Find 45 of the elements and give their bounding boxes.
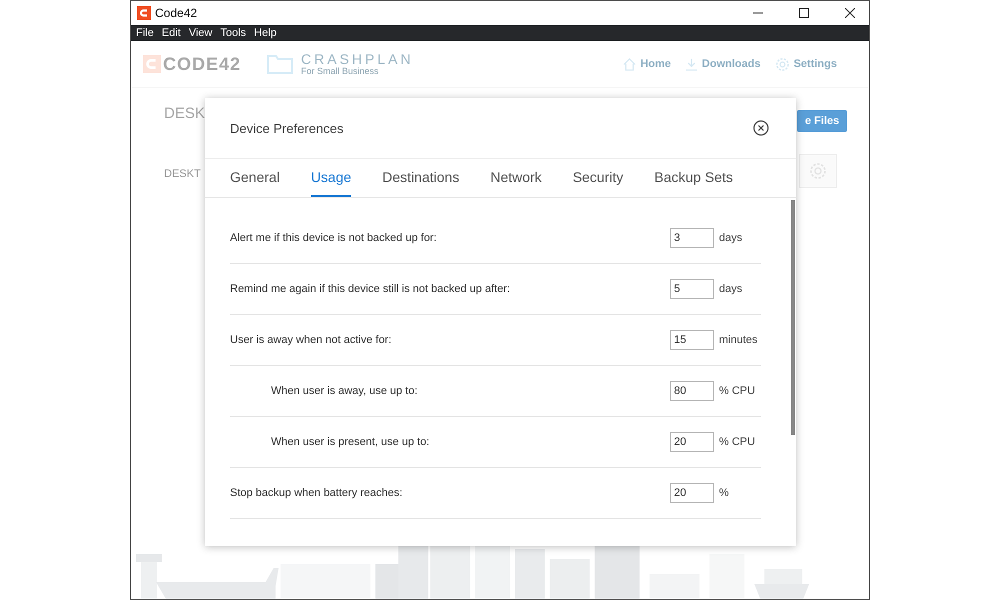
brand-logo: CODE42 bbox=[163, 54, 242, 74]
unit-label: minutes bbox=[718, 334, 759, 346]
number-field[interactable]: 5 bbox=[670, 279, 714, 299]
product-name: CRASHPLAN bbox=[301, 52, 414, 66]
setting-label: Alert me if this device is not backed up for: bbox=[230, 232, 438, 244]
setting-label: Remind me again if this device still is not backed up after: bbox=[230, 283, 512, 295]
close-icon[interactable] bbox=[845, 8, 855, 18]
tab[interactable]: Usage bbox=[310, 159, 352, 197]
menu-item[interactable]: View bbox=[188, 27, 212, 39]
tab[interactable]: Network bbox=[490, 159, 542, 197]
menu-item[interactable]: Help bbox=[254, 27, 277, 39]
home-icon bbox=[623, 58, 636, 70]
unit-label: days bbox=[718, 283, 744, 295]
device-name-label: DESKT bbox=[164, 168, 201, 180]
window-title: Code42 bbox=[155, 6, 198, 20]
unit-label: % bbox=[718, 487, 730, 499]
tab[interactable]: Backup Sets bbox=[654, 159, 733, 197]
number-field[interactable]: 15 bbox=[670, 330, 714, 350]
number-field[interactable]: 80 bbox=[670, 381, 714, 401]
menu-item[interactable]: Edit bbox=[162, 27, 181, 39]
maximize-icon[interactable] bbox=[799, 8, 809, 18]
tab[interactable]: General bbox=[230, 159, 280, 197]
setting-label: When user is present, use up to: bbox=[270, 436, 430, 448]
download-icon bbox=[684, 58, 698, 70]
folder-icon bbox=[267, 54, 294, 74]
logo-icon bbox=[143, 55, 161, 73]
menu-item[interactable]: File bbox=[136, 27, 154, 39]
tab[interactable]: Security bbox=[572, 159, 624, 197]
tab[interactable]: Destinations bbox=[382, 159, 460, 197]
number-field[interactable]: 3 bbox=[670, 228, 714, 248]
unit-label: % CPU bbox=[718, 385, 756, 397]
unit-label: days bbox=[718, 232, 744, 244]
setting-label: User is away when not active for: bbox=[230, 334, 392, 346]
unit-label: % CPU bbox=[718, 436, 756, 448]
setting-label: Stop backup when battery reaches: bbox=[230, 487, 404, 499]
close-icon[interactable] bbox=[753, 120, 769, 136]
number-field[interactable]: 20 bbox=[670, 432, 714, 452]
product-subtitle: For Small Business bbox=[301, 66, 380, 76]
dialog-title: Device Preferences bbox=[230, 120, 344, 136]
menu-item[interactable]: Tools bbox=[220, 27, 246, 39]
app-logo-icon bbox=[137, 6, 151, 20]
device-title: DESK bbox=[164, 105, 205, 122]
setting-label: When user is away, use up to: bbox=[270, 385, 419, 397]
settings-icon bbox=[774, 56, 790, 72]
number-field[interactable]: 20 bbox=[670, 483, 714, 503]
